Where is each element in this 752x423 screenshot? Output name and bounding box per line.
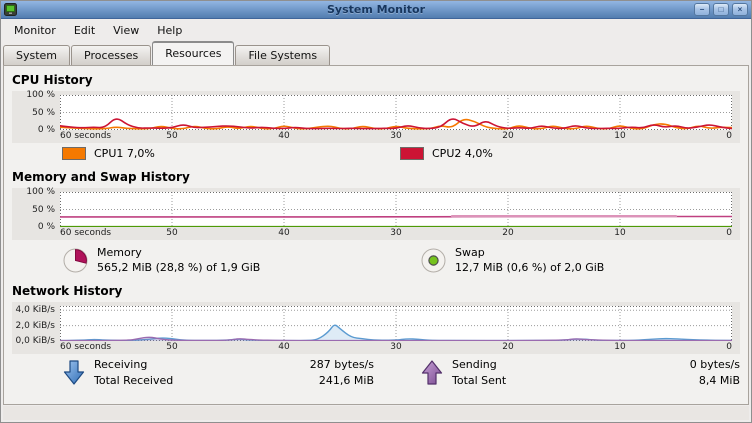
cpu-y-axis: 100 %50 %0 % [14,95,60,130]
cpu1-legend-item: CPU1 7,0% [62,147,155,160]
cpu2-color-swatch[interactable] [400,147,424,160]
cpu-x-tick-label: 30 [390,131,401,141]
memory-pie-icon[interactable] [62,247,89,274]
swap-pie-icon[interactable] [420,247,447,274]
memory-history-title: Memory and Swap History [12,170,740,184]
menu-monitor[interactable]: Monitor [5,21,65,40]
memory-x-axis: 60 seconds 50 40 30 20 10 0 [60,227,732,240]
total-received-value: 241,6 MiB [181,374,374,387]
cpu2-legend-label: CPU2 4,0% [432,147,493,160]
network-y-tick-label: 0,0 KiB/s [16,336,55,346]
memory-y-tick-label: 100 % [26,187,55,197]
memory-y-axis: 100 %50 %0 % [14,192,60,227]
cpu-plot-area [60,95,732,130]
menubar: Monitor Edit View Help [1,19,751,41]
tab-file-systems[interactable]: File Systems [235,45,330,65]
network-x-tick-label: 50 [166,342,177,352]
network-y-tick-label: 2,0 KiB/s [16,321,55,331]
cpu-x-tick-label: 0 [726,131,732,141]
network-x-tick-label: 60 seconds [60,342,111,352]
memory-plot-area [60,192,732,227]
cpu-legend: CPU1 7,0% CPU2 4,0% [10,147,742,160]
network-history-graph: 4,0 KiB/s 2,0 KiB/s 0,0 KiB/s 60 seconds 50… [12,302,740,354]
close-button[interactable]: × [732,3,748,16]
memory-legend-item: Memory 565,2 MiB (28,8 %) of 1,9 GiB [62,246,260,274]
network-x-tick-label: 40 [278,342,289,352]
swap-legend-name: Swap [455,246,604,259]
cpu-x-tick-label: 40 [278,131,289,141]
memory-legend-detail: 565,2 MiB (28,8 %) of 1,9 GiB [97,261,260,274]
receiving-stats: Receiving 287 bytes/s Total Received 241… [62,358,376,387]
sending-up-arrow-icon [420,359,444,386]
memory-x-tick-label: 60 seconds [60,228,111,238]
tab-processes[interactable]: Processes [71,45,151,65]
memory-x-tick-label: 50 [166,228,177,238]
menu-edit[interactable]: Edit [65,21,104,40]
cpu-plot-svg [60,95,732,130]
tab-resources[interactable]: Resources [152,41,234,65]
cpu-y-tick-label: 0 % [38,125,55,135]
memory-x-tick-label: 0 [726,228,732,238]
network-x-axis: 60 seconds 50 40 30 20 10 0 [60,341,732,354]
window-title: System Monitor [1,3,751,16]
swap-legend-item: Swap 12,7 MiB (0,6 %) of 2,0 GiB [420,246,604,274]
network-stats: Receiving 287 bytes/s Total Received 241… [10,358,742,387]
minimize-button[interactable]: − [694,3,710,16]
network-x-tick-label: 30 [390,342,401,352]
total-sent-label: Total Sent [452,374,506,387]
network-x-tick-label: 20 [502,342,513,352]
maximize-button[interactable]: □ [713,3,729,16]
receiving-rate-value: 287 bytes/s [181,358,374,371]
memory-y-tick-label: 0 % [38,222,55,232]
network-x-tick-label: 10 [614,342,625,352]
cpu1-color-swatch[interactable] [62,147,86,160]
cpu2-legend-item: CPU2 4,0% [400,147,493,160]
swap-legend-detail: 12,7 MiB (0,6 %) of 2,0 GiB [455,261,604,274]
system-monitor-window: System Monitor − □ × Monitor Edit View H… [0,0,752,423]
cpu-x-tick-label: 10 [614,131,625,141]
window-bottom-strip [3,406,749,420]
memory-x-tick-label: 10 [614,228,625,238]
memory-plot-svg [60,192,732,227]
cpu-history-title: CPU History [12,73,740,87]
memory-legend: Memory 565,2 MiB (28,8 %) of 1,9 GiB Swa… [10,246,742,274]
receiving-label: Receiving [94,358,173,371]
network-history-title: Network History [12,284,740,298]
sending-rate-value: 0 bytes/s [514,358,740,371]
cpu-history-graph: 100 %50 %0 % 60 seconds50403020100 [12,91,740,143]
memory-legend-name: Memory [97,246,260,259]
menu-view[interactable]: View [104,21,148,40]
tab-strip: System Processes Resources File Systems [1,41,751,65]
cpu-y-tick-label: 50 % [32,108,55,118]
memory-y-tick-label: 50 % [32,205,55,215]
total-received-label: Total Received [94,374,173,387]
resources-page: CPU History 100 %50 %0 % 60 seconds50403… [3,65,749,405]
cpu-x-tick-label: 20 [502,131,513,141]
cpu-x-tick-label: 60 seconds [60,131,111,141]
total-sent-value: 8,4 MiB [514,374,740,387]
menu-help[interactable]: Help [148,21,191,40]
titlebar[interactable]: System Monitor − □ × [1,1,751,19]
memory-x-tick-label: 30 [390,228,401,238]
network-y-tick-label: 4,0 KiB/s [16,305,55,315]
cpu1-legend-label: CPU1 7,0% [94,147,155,160]
network-y-axis: 4,0 KiB/s2,0 KiB/s0,0 KiB/s [14,306,60,341]
cpu-x-axis: 60 seconds 50 40 30 20 10 0 [60,130,732,143]
memory-x-tick-label: 20 [502,228,513,238]
receiving-down-arrow-icon [62,359,86,386]
memory-x-tick-label: 40 [278,228,289,238]
sending-stats: Sending 0 bytes/s Total Sent 8,4 MiB [420,358,742,387]
network-plot-svg [60,306,732,341]
tab-system[interactable]: System [3,45,70,65]
network-plot-area [60,306,732,341]
sending-label: Sending [452,358,506,371]
memory-history-graph: 100 %50 %0 % 60 seconds50403020100 [12,188,740,240]
cpu-y-tick-label: 100 % [26,90,55,100]
network-x-tick-label: 0 [726,342,732,352]
cpu-x-tick-label: 50 [166,131,177,141]
